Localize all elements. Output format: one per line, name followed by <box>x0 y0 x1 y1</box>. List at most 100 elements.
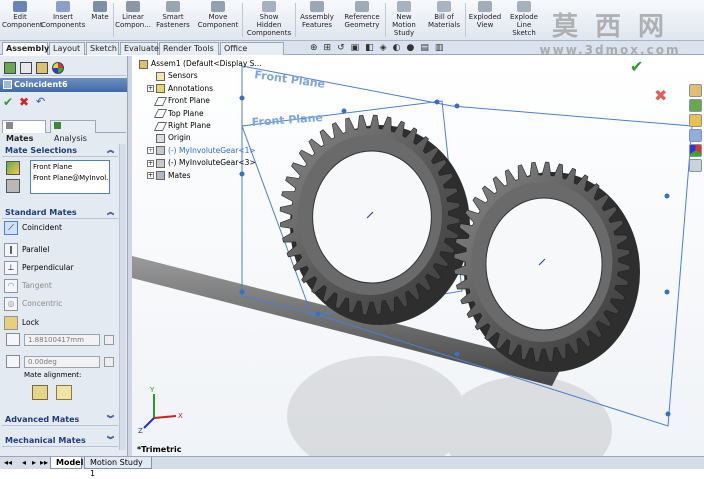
expand-icon[interactable]: + <box>147 159 154 167</box>
mate-selection-item[interactable]: Front Plane@MyInvol... <box>31 173 109 184</box>
tree-item[interactable]: Sensors <box>147 70 198 82</box>
section-mate-selections[interactable]: Mate Selections ︽ <box>2 144 118 157</box>
hide-show-icon[interactable]: ◐ <box>393 43 407 53</box>
tree-item[interactable]: Origin <box>147 132 191 144</box>
zoom-area-icon[interactable]: ⊞ <box>324 43 338 53</box>
section-mechanical-mates[interactable]: Mechanical Mates ︾ <box>2 434 118 447</box>
toolbar-button-motion-study[interactable]: New Motion Study <box>387 0 421 41</box>
panel-scrollbar[interactable] <box>119 144 126 450</box>
expand-icon[interactable]: + <box>147 172 154 180</box>
mate-option-parallel[interactable]: ∥ Parallel <box>4 243 49 259</box>
tab-assembly[interactable]: Assembly <box>2 42 49 55</box>
feature-manager-icon[interactable] <box>4 62 16 74</box>
tree-item[interactable]: + (-) MyInvoluteGear<1> <box>147 145 256 157</box>
mate-option-lock[interactable]: Lock <box>4 316 39 332</box>
toolbar-button-move-component[interactable]: Move Component <box>195 0 241 41</box>
toolbar-button-edit-component[interactable]: Edit Component <box>2 0 43 41</box>
expand-icon[interactable]: + <box>147 147 154 155</box>
scene-icon[interactable]: ▤ <box>420 43 435 53</box>
expand-icon[interactable]: ︾ <box>107 434 114 447</box>
aligned-icon[interactable] <box>32 385 48 400</box>
mate-option-tangent[interactable]: ◠ Tangent <box>4 279 52 295</box>
configuration-manager-icon[interactable] <box>36 62 48 74</box>
section-view-icon[interactable]: ▣ <box>351 43 366 53</box>
property-manager-icon[interactable] <box>20 62 32 74</box>
ok-check-icon[interactable]: ✔ <box>3 95 13 109</box>
tab-render-tools[interactable]: Render Tools <box>159 42 219 55</box>
design-library-icon[interactable] <box>689 99 702 112</box>
resources-icon[interactable] <box>689 84 702 97</box>
toolbar-button-label: Edit Component <box>2 13 43 29</box>
toolbar-button-show-hidden[interactable]: Show Hidden Components <box>244 0 294 41</box>
anti-aligned-icon[interactable] <box>56 385 72 400</box>
gear-bore <box>312 150 432 284</box>
nav-first-icon[interactable]: ◂◂ <box>4 458 12 467</box>
expand-icon[interactable]: + <box>147 85 154 93</box>
mates-tab-icon <box>6 122 13 129</box>
tab-layout[interactable]: Layout <box>49 42 85 55</box>
display-style-icon[interactable]: ◈ <box>380 43 393 53</box>
tree-item-label: Assem1 (Default<Display S... <box>151 59 262 68</box>
mate-selection-item[interactable]: Front Plane <box>31 162 109 173</box>
toolbar-button-assembly-features[interactable]: Assembly Features <box>297 0 337 41</box>
toolbar-button-label: Insert Components <box>41 13 86 29</box>
appearance-icon[interactable]: ● <box>406 43 420 53</box>
previous-view-icon[interactable]: ↺ <box>337 43 351 53</box>
toolbar-button-smart-fasteners[interactable]: Smart Fasteners <box>154 0 192 41</box>
view-palette-icon[interactable] <box>689 129 702 142</box>
toolbar-button-mate[interactable]: Mate <box>88 0 112 41</box>
toolbar-button-label: Smart Fasteners <box>156 13 190 29</box>
mate-selections-list[interactable]: Front Plane Front Plane@MyInvol... <box>30 160 110 194</box>
tab-mates[interactable]: Mates <box>2 120 46 143</box>
expand-icon[interactable]: ︾ <box>107 413 114 426</box>
toolbar-button-linear-pattern[interactable]: Linear Compon... <box>115 0 151 41</box>
collapse-icon[interactable]: ︽ <box>107 144 114 157</box>
distance-field[interactable]: 1.88100417mm <box>24 334 100 346</box>
collapse-icon[interactable]: ︽ <box>107 206 114 219</box>
toolbar-button-reference-geometry[interactable]: Reference Geometry <box>340 0 384 41</box>
tab-motion-study-1[interactable]: Motion Study 1 <box>84 457 152 478</box>
mate-option-perpendicular[interactable]: ⊥ Perpendicular <box>4 261 74 277</box>
angle-icon <box>6 355 20 368</box>
toolbar-button-insert-components[interactable]: Insert Components <box>41 0 85 41</box>
tree-item-label: Sensors <box>168 71 198 81</box>
toolbar-button-bill-of-materials[interactable]: Bill of Materials <box>424 0 464 41</box>
view-settings-icon[interactable]: ▥ <box>435 43 450 53</box>
toolbar-button-exploded-view[interactable]: Exploded View <box>467 0 503 41</box>
tree-item[interactable]: + (-) MyInvoluteGear<3> <box>147 157 256 169</box>
tab-model[interactable]: Model <box>50 457 83 469</box>
display-manager-icon[interactable] <box>52 62 64 74</box>
tab-office-products[interactable]: Office Products <box>220 42 284 65</box>
toolbar-button-label: Reference Geometry <box>344 13 380 29</box>
section-advanced-mates[interactable]: Advanced Mates ︾ <box>2 413 118 426</box>
section-standard-mates[interactable]: Standard Mates ︽ <box>2 206 118 219</box>
tree-item[interactable]: Top Plane <box>147 108 204 120</box>
toolbar-button-label: Exploded View <box>468 13 502 29</box>
view-orientation-icon[interactable]: ◧ <box>365 43 380 53</box>
tree-item[interactable]: Assem1 (Default<Display S... <box>139 58 262 70</box>
tree-item[interactable]: Right Plane <box>147 120 211 132</box>
nav-prev-icon[interactable]: ◂ <box>22 458 26 467</box>
undo-icon[interactable]: ↶ <box>36 95 45 108</box>
tree-item[interactable]: + Annotations <box>147 83 213 95</box>
mate-option-coincident[interactable]: ⟋ Coincident <box>4 221 62 237</box>
tab-sketch[interactable]: Sketch <box>86 42 119 55</box>
flip-dimension-icon[interactable] <box>104 335 114 345</box>
mate-option-concentric[interactable]: ◎ Concentric <box>4 297 62 313</box>
tree-item[interactable]: Front Plane <box>147 95 210 107</box>
flip-angle-icon[interactable] <box>104 357 114 367</box>
nav-last-icon[interactable]: ▸▸ <box>40 458 48 467</box>
appearances-icon[interactable] <box>689 144 702 157</box>
sensors-icon <box>156 71 165 81</box>
zoom-fit-icon[interactable]: ⊕ <box>310 43 324 53</box>
confirm-cancel-icon[interactable]: ✖ <box>654 86 667 105</box>
gear-bore <box>485 197 603 331</box>
tab-evaluate[interactable]: Evaluate <box>120 42 159 55</box>
tree-item[interactable]: + Mates <box>147 170 191 182</box>
custom-properties-icon[interactable] <box>689 159 702 172</box>
file-explorer-icon[interactable] <box>689 114 702 127</box>
nav-next-icon[interactable]: ▸ <box>32 458 36 467</box>
tab-analysis[interactable]: Analysis <box>50 120 96 143</box>
cancel-x-icon[interactable]: ✖ <box>19 95 29 109</box>
angle-field[interactable]: 0.00deg <box>24 356 100 368</box>
